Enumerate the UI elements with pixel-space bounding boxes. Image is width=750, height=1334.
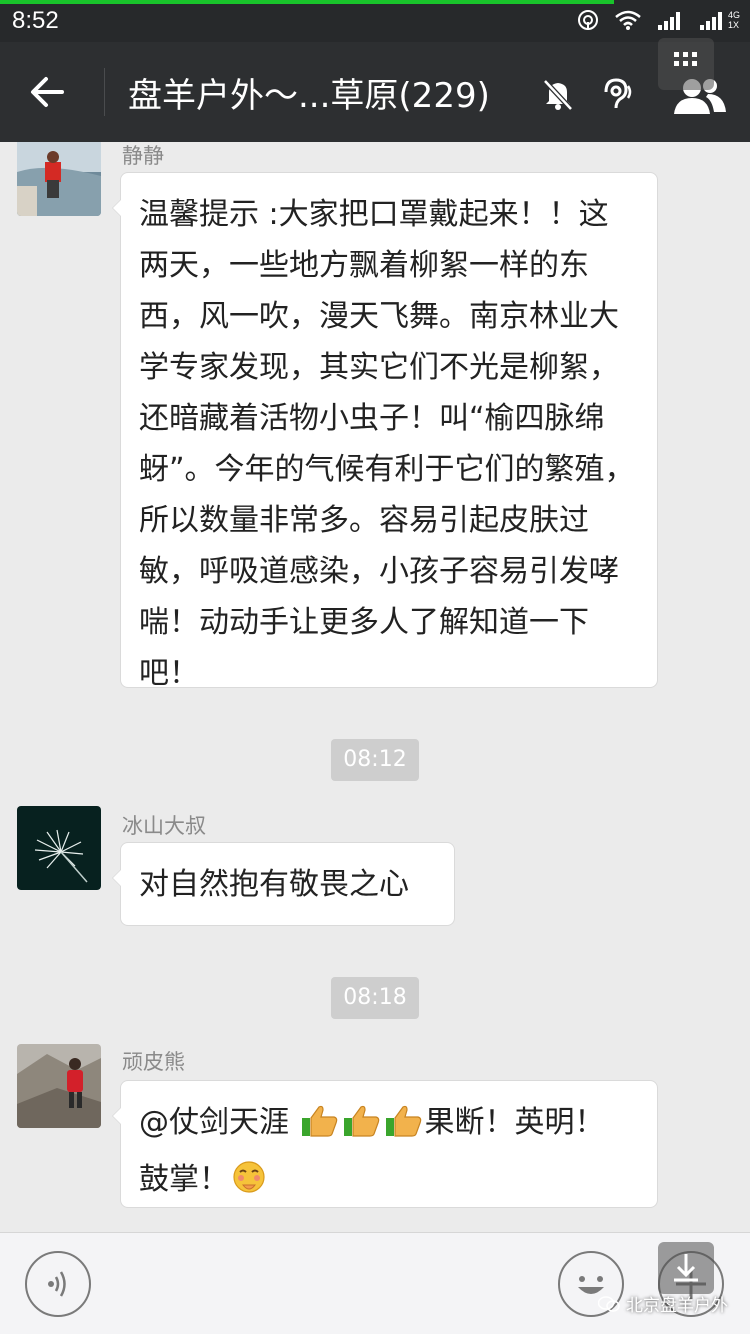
wechat-logo-icon [598,1295,620,1312]
signal-4g-icon: 4G 1X [698,9,740,31]
signal-icon [656,9,684,31]
title-divider [104,68,105,116]
floating-download-overlay[interactable] [658,1242,714,1294]
chat-title-bar: 盘羊户外～...草原(229) [0,42,750,142]
timestamp-badge: 08:12 [331,739,419,781]
clapping-face-emoji-icon [231,1159,267,1211]
message-bubble[interactable]: 对自然抱有敬畏之心 [112,842,455,926]
message-text-mention: @仗剑天涯 [139,1105,299,1140]
avatar-bingshan-dashu[interactable] [17,806,101,890]
network-type-bottom: 1X [727,20,739,30]
back-button[interactable] [26,70,76,114]
thumbs-up-icon [385,1103,423,1154]
message-bubble[interactable]: @仗剑天涯 果断！英明！ 鼓掌！ [112,1080,658,1211]
thumbs-up-icon [301,1103,339,1154]
floating-grid-overlay[interactable] [658,38,714,90]
voice-input-button[interactable] [25,1251,91,1317]
status-time: 8:52 [12,7,59,34]
hotspot-icon [576,8,600,32]
message-text: 温馨提示 :大家把口罩戴起来！！这两天，一些地方飘着柳絮一样的东西，风一吹，漫天… [139,197,635,691]
message-text: 鼓掌！ [139,1162,229,1197]
avatar-wanpixiong[interactable] [17,1044,101,1128]
sender-name: 静静 [122,144,164,168]
status-bar: 8:52 4G 1X [0,0,750,42]
message-text: 对自然抱有敬畏之心 [139,867,409,902]
chat-title[interactable]: 盘羊户外～...草原(229) [128,68,490,117]
watermark: 北京盘羊户外 [598,1291,728,1316]
back-arrow-icon [31,77,64,107]
timestamp-badge: 08:18 [331,977,419,1019]
network-type-top: 4G [727,10,740,20]
sender-name: 冰山大叔 [122,814,206,838]
sender-name: 顽皮熊 [122,1050,185,1074]
status-icons: 4G 1X [576,8,740,32]
message-text: 果断！英明！ [424,1105,605,1140]
earpiece-icon [600,76,634,116]
watermark-text: 北京盘羊户外 [626,1296,728,1316]
grid-icon [674,52,697,66]
download-icon [674,1254,698,1282]
chat-input-bar: 北京盘羊户外 [0,1232,750,1334]
mute-bell-icon [540,76,576,116]
wifi-icon [614,9,642,31]
voice-icon [48,1271,66,1297]
status-progress-accent [0,0,614,4]
message-list[interactable]: 静静 温馨提示 :大家把口罩戴起来！！这两天，一些地方飘着柳絮一样的东西，风一吹… [0,142,750,1232]
thumbs-up-icon [343,1103,381,1154]
avatar-jingjing[interactable] [17,142,101,216]
message-bubble[interactable]: 温馨提示 :大家把口罩戴起来！！这两天，一些地方飘着柳絮一样的东西，风一吹，漫天… [112,172,658,691]
